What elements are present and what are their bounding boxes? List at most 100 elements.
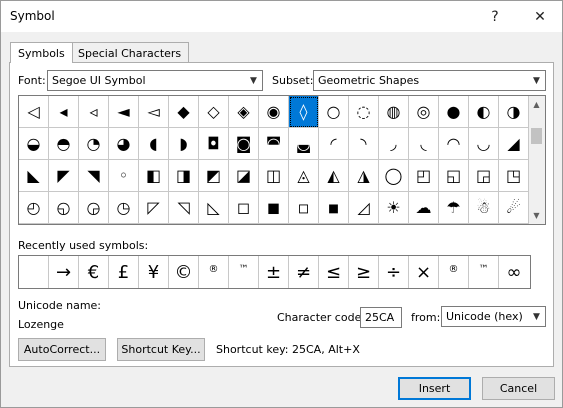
symbol-cell[interactable]: ☀ <box>379 192 409 224</box>
autocorrect-button[interactable]: AutoCorrect... <box>18 338 106 361</box>
close-icon[interactable]: ✕ <box>518 1 562 32</box>
shortcut-key-button[interactable]: Shortcut Key... <box>117 338 205 361</box>
insert-button[interactable]: Insert <box>398 377 471 400</box>
recent-symbol-cell[interactable]: → <box>49 256 79 288</box>
help-button[interactable]: ? <box>473 1 517 32</box>
symbol-cell[interactable]: ◠ <box>439 128 469 160</box>
subset-dropdown[interactable]: Geometric Shapes ▼ <box>313 70 546 91</box>
symbol-cell[interactable]: ◬ <box>289 160 319 192</box>
symbol-cell[interactable]: ◅ <box>139 96 169 128</box>
symbol-cell[interactable]: ● <box>439 96 469 128</box>
recent-symbol-cell[interactable]: ® <box>199 256 229 288</box>
symbol-cell[interactable]: ◘ <box>199 128 229 160</box>
symbol-cell[interactable]: ◤ <box>49 160 79 192</box>
symbol-cell[interactable]: ◯ <box>379 160 409 192</box>
symbol-cell[interactable]: ◮ <box>349 160 379 192</box>
recent-symbol-cell[interactable]: × <box>409 256 439 288</box>
symbol-cell[interactable]: ◇ <box>199 96 229 128</box>
symbol-grid[interactable]: ▲ ▼ ◁ ◂ ◃ ◄ ◅ ◆ ◇ ◈ ◉ ◊ ○ ◌ ◍ ◎ ● ◐ ◑ ◒ ◓ ◔ ◕ ◖ ◗ ◘ ◙ ◚ ◛ ◜ ◝ ◞ ◟ ◠ ◡ ◢ ◣ ◤… <box>18 95 546 225</box>
font-dropdown[interactable]: Segoe UI Symbol ▼ <box>47 70 263 91</box>
recent-symbol-cell[interactable]: ™ <box>229 256 259 288</box>
symbol-cell[interactable]: ◷ <box>109 192 139 224</box>
cancel-button[interactable]: Cancel <box>482 377 555 400</box>
symbol-cell[interactable]: ◽ <box>289 192 319 224</box>
symbol-cell[interactable]: ◍ <box>379 96 409 128</box>
symbol-cell[interactable]: ◗ <box>169 128 199 160</box>
symbol-cell[interactable]: ◫ <box>259 160 289 192</box>
symbol-cell[interactable]: ◹ <box>169 192 199 224</box>
recent-symbol-cell[interactable]: ® <box>439 256 469 288</box>
tab-special-characters[interactable]: Special Characters <box>70 42 190 63</box>
symbol-cell[interactable]: ◣ <box>19 160 49 192</box>
symbol-cell[interactable]: ◳ <box>499 160 529 192</box>
symbol-cell[interactable]: ◄ <box>109 96 139 128</box>
symbol-cell[interactable]: ◟ <box>409 128 439 160</box>
character-code-input[interactable]: 25CA <box>360 307 402 328</box>
recent-symbol-cell[interactable]: ™ <box>469 256 499 288</box>
symbol-cell[interactable]: ◒ <box>19 128 49 160</box>
tab-symbols[interactable]: Symbols <box>10 42 73 63</box>
recent-symbol-cell[interactable]: ÷ <box>379 256 409 288</box>
symbol-cell[interactable]: ◉ <box>259 96 289 128</box>
scroll-up-icon[interactable]: ▲ <box>528 96 545 113</box>
recent-symbol-cell[interactable] <box>19 256 49 288</box>
symbol-cell[interactable]: ☄ <box>499 192 529 224</box>
from-dropdown[interactable]: Unicode (hex) ▼ <box>441 306 546 327</box>
scroll-down-icon[interactable]: ▼ <box>528 207 545 224</box>
symbol-cell[interactable]: ◶ <box>79 192 109 224</box>
symbol-cell[interactable]: ◑ <box>499 96 529 128</box>
symbol-cell[interactable]: ◰ <box>409 160 439 192</box>
symbol-cell[interactable]: ◚ <box>259 128 289 160</box>
scroll-thumb[interactable] <box>531 128 542 144</box>
symbol-cell[interactable]: ◦ <box>109 160 139 192</box>
symbol-cell[interactable]: ◩ <box>199 160 229 192</box>
symbol-cell[interactable]: ◿ <box>349 192 379 224</box>
symbol-cell[interactable]: ◾ <box>319 192 349 224</box>
symbol-cell[interactable]: ◝ <box>349 128 379 160</box>
recent-symbol-cell[interactable]: ≤ <box>319 256 349 288</box>
symbol-cell[interactable]: ◥ <box>79 160 109 192</box>
symbol-cell[interactable]: ☂ <box>439 192 469 224</box>
symbol-cell[interactable]: ◎ <box>409 96 439 128</box>
symbol-cell[interactable]: ◊ <box>289 96 319 128</box>
symbol-cell[interactable]: ◲ <box>469 160 499 192</box>
symbol-cell[interactable]: ◸ <box>139 192 169 224</box>
recent-symbol-cell[interactable]: € <box>79 256 109 288</box>
recent-symbol-cell[interactable]: ≠ <box>289 256 319 288</box>
symbol-cell[interactable]: ◡ <box>469 128 499 160</box>
symbol-cell[interactable]: ◈ <box>229 96 259 128</box>
recent-symbol-cell[interactable]: ∞ <box>499 256 529 288</box>
symbol-cell[interactable]: ◴ <box>19 192 49 224</box>
symbol-cell[interactable]: ◨ <box>169 160 199 192</box>
symbol-cell[interactable]: ◕ <box>109 128 139 160</box>
symbol-cell[interactable]: ◱ <box>439 160 469 192</box>
symbol-cell[interactable]: ◖ <box>139 128 169 160</box>
symbol-cell[interactable]: ◃ <box>79 96 109 128</box>
symbol-cell[interactable]: ○ <box>319 96 349 128</box>
symbol-cell[interactable]: ◆ <box>169 96 199 128</box>
symbol-cell[interactable]: ◪ <box>229 160 259 192</box>
recent-symbol-cell[interactable]: ≥ <box>349 256 379 288</box>
symbol-cell[interactable]: ◛ <box>289 128 319 160</box>
symbol-cell[interactable]: ◧ <box>139 160 169 192</box>
recent-symbol-cell[interactable]: ± <box>259 256 289 288</box>
symbol-cell[interactable]: ◵ <box>49 192 79 224</box>
symbol-cell[interactable]: ◞ <box>379 128 409 160</box>
symbol-cell[interactable]: ◺ <box>199 192 229 224</box>
symbol-cell[interactable]: ◻ <box>229 192 259 224</box>
symbol-cell[interactable]: ◭ <box>319 160 349 192</box>
symbol-cell[interactable]: ◓ <box>49 128 79 160</box>
symbol-cell[interactable]: ◐ <box>469 96 499 128</box>
symbol-cell[interactable]: ◁ <box>19 96 49 128</box>
symbol-cell[interactable]: ◜ <box>319 128 349 160</box>
symbol-cell[interactable]: ◼ <box>259 192 289 224</box>
symbol-cell[interactable]: ◔ <box>79 128 109 160</box>
symbol-cell[interactable]: ◌ <box>349 96 379 128</box>
symbol-cell[interactable]: ◂ <box>49 96 79 128</box>
symbol-cell[interactable]: ◙ <box>229 128 259 160</box>
recent-symbol-cell[interactable]: £ <box>109 256 139 288</box>
recent-symbol-cell[interactable]: ¥ <box>139 256 169 288</box>
recent-symbol-cell[interactable]: © <box>169 256 199 288</box>
grid-scrollbar[interactable]: ▲ ▼ <box>528 96 545 224</box>
symbol-cell[interactable]: ☃ <box>469 192 499 224</box>
